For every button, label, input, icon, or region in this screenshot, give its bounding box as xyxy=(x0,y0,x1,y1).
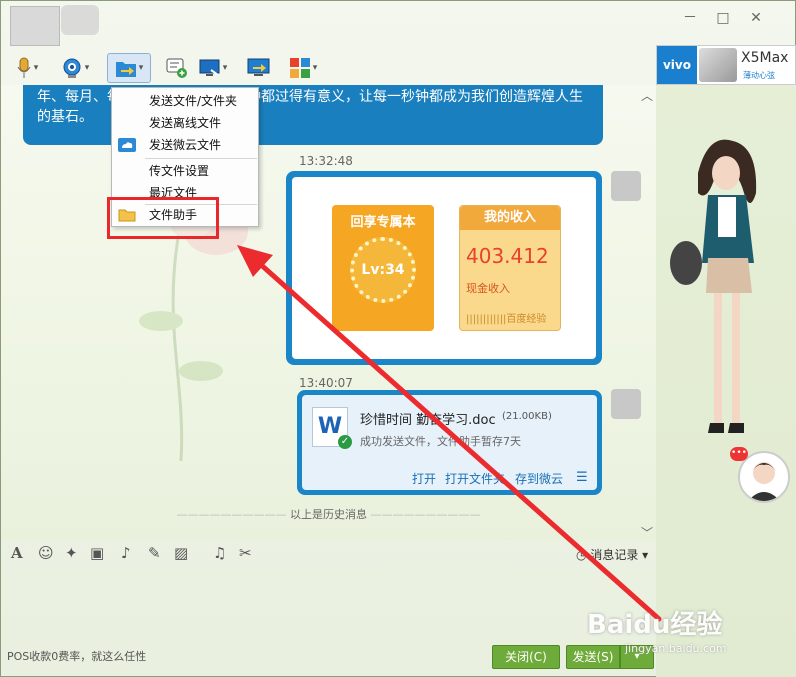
watermark-text: Baidu经验 xyxy=(587,610,723,640)
watermark-subtext: jingyan.baidu.com xyxy=(625,642,727,655)
watermark: Baidu经验 jingyan.baidu.com xyxy=(581,596,796,666)
annotation-arrow xyxy=(237,245,662,622)
chat-window: － □ ✕ ▾ ▾ ▾ ▾ ▾ 年、每月、每天、每小时、每一分钟都过得有意义，让… xyxy=(0,0,796,677)
